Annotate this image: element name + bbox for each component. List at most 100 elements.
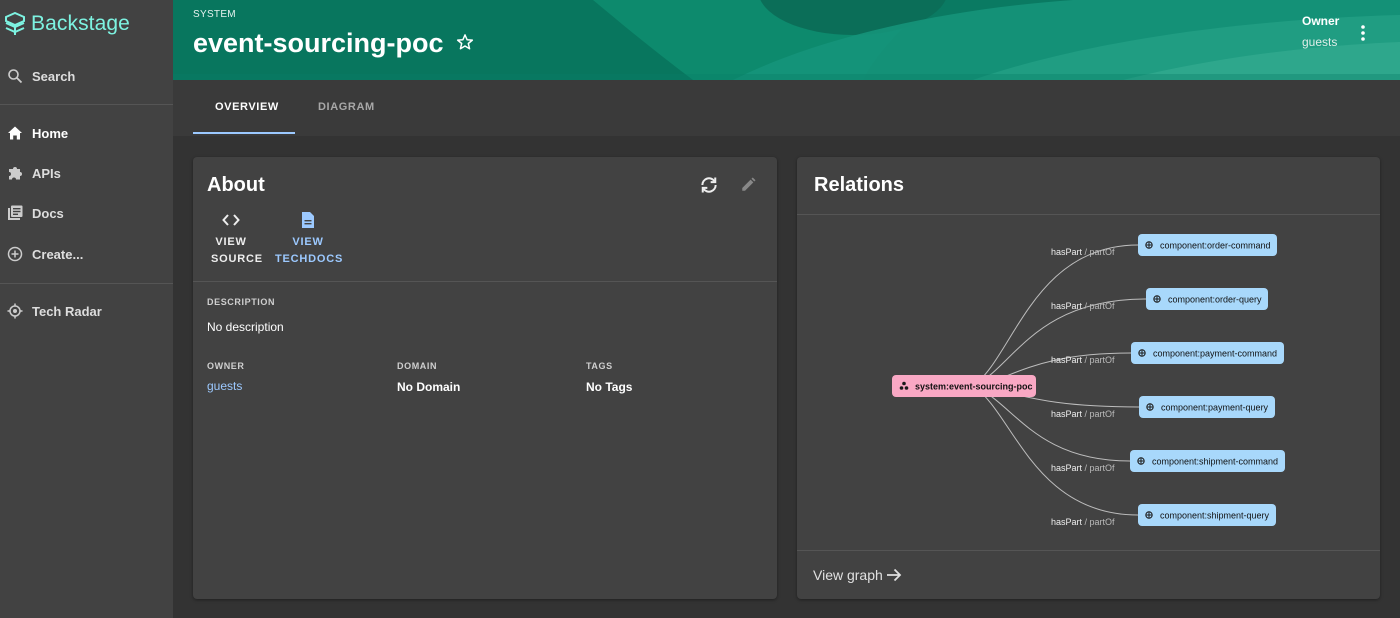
page-title: event-sourcing-poc bbox=[193, 28, 444, 58]
edge-label-reverse: / partOf bbox=[1082, 409, 1115, 419]
radar-icon bbox=[7, 303, 23, 319]
edge-label-main: hasPart bbox=[1051, 247, 1083, 257]
sidebar-item-label: APIs bbox=[32, 165, 61, 181]
sidebar-item-search[interactable]: Search bbox=[0, 58, 173, 94]
about-title: About bbox=[207, 174, 265, 196]
view-source-label-line2: SOURCE bbox=[211, 253, 263, 265]
edge-label-reverse: / partOf bbox=[1082, 301, 1115, 311]
edge-label: hasPart / partOf bbox=[1051, 463, 1115, 473]
sidebar-item-docs[interactable]: Docs bbox=[0, 195, 173, 231]
relation-edge bbox=[972, 385, 1139, 516]
edge-label-main: hasPart bbox=[1051, 301, 1083, 311]
edge-label-reverse: / partOf bbox=[1082, 463, 1115, 473]
view-techdocs-label-line1: VIEW bbox=[292, 236, 324, 248]
relation-node-root[interactable]: system:event-sourcing-poc bbox=[892, 375, 1036, 397]
refresh-icon[interactable] bbox=[699, 175, 719, 195]
view-source-button[interactable]: VIEW SOURCE bbox=[211, 213, 263, 268]
page-header: SYSTEM event-sourcing-poc Owner guests bbox=[173, 0, 1400, 80]
code-icon bbox=[222, 214, 240, 226]
component-icon bbox=[1153, 295, 1161, 303]
tab-overview[interactable]: OVERVIEW bbox=[215, 101, 279, 113]
domain-label: DOMAIN bbox=[397, 361, 438, 371]
root-node-label: system:event-sourcing-poc bbox=[915, 382, 1033, 392]
sidebar-divider bbox=[0, 104, 173, 105]
view-source-label-line1: VIEW bbox=[215, 236, 247, 248]
relations-card: Relations hasPart / partOf hasPart / part… bbox=[797, 157, 1380, 599]
node-label: component:shipment-command bbox=[1152, 457, 1278, 467]
edge-label: hasPart / partOf bbox=[1051, 355, 1115, 365]
relation-node-component[interactable]: component:payment-query bbox=[1139, 396, 1275, 418]
sidebar-item-home[interactable]: Home bbox=[0, 115, 173, 151]
tags-value: No Tags bbox=[586, 380, 633, 394]
sidebar: Backstage Search Home APIs Docs Create..… bbox=[0, 0, 173, 618]
active-tab-indicator bbox=[193, 132, 295, 134]
owner-field-label: OWNER bbox=[207, 361, 245, 371]
node-label: component:payment-command bbox=[1153, 349, 1277, 359]
star-icon[interactable] bbox=[456, 33, 474, 51]
tab-bar: OVERVIEW DIAGRAM bbox=[173, 80, 1400, 136]
edge-label-main: hasPart bbox=[1051, 355, 1083, 365]
node-label: component:shipment-query bbox=[1160, 511, 1270, 521]
edge-label-main: hasPart bbox=[1051, 463, 1083, 473]
relations-divider-bottom bbox=[797, 550, 1380, 551]
edge-label: hasPart / partOf bbox=[1051, 409, 1115, 419]
sidebar-item-label: Tech Radar bbox=[32, 303, 102, 319]
sidebar-item-create[interactable]: Create... bbox=[0, 236, 173, 272]
sidebar-item-apis[interactable]: APIs bbox=[0, 155, 173, 191]
sidebar-divider bbox=[0, 283, 173, 284]
owner-link[interactable]: guests bbox=[207, 379, 242, 393]
relation-edge bbox=[972, 385, 1131, 462]
more-vert-icon[interactable] bbox=[1360, 24, 1366, 42]
edit-icon[interactable] bbox=[740, 175, 758, 193]
component-icon bbox=[1138, 349, 1146, 357]
component-icon bbox=[1145, 241, 1153, 249]
search-icon bbox=[8, 69, 23, 84]
logo-text: Backstage bbox=[31, 12, 130, 35]
node-label: component:order-command bbox=[1160, 241, 1271, 251]
sidebar-item-label: Home bbox=[32, 125, 69, 141]
component-icon bbox=[1137, 457, 1145, 465]
tags-label: TAGS bbox=[586, 361, 613, 371]
relation-node-component[interactable]: component:order-query bbox=[1146, 288, 1268, 310]
puzzle-icon bbox=[9, 167, 22, 180]
relation-node-component[interactable]: component:order-command bbox=[1138, 234, 1277, 256]
description-value: No description bbox=[207, 320, 284, 334]
relations-title: Relations bbox=[814, 174, 905, 196]
view-graph-link[interactable]: View graph bbox=[813, 567, 902, 583]
component-icon bbox=[1146, 403, 1154, 411]
edge-label: hasPart / partOf bbox=[1051, 517, 1115, 527]
edge-label-reverse: / partOf bbox=[1082, 355, 1115, 365]
edge-label-main: hasPart bbox=[1051, 409, 1083, 419]
about-card: About VIEW SOURCE VIEW TECHDOCS DESCRIPT… bbox=[193, 157, 777, 599]
sidebar-item-label: Create... bbox=[32, 246, 84, 262]
sidebar-item-tech-radar[interactable]: Tech Radar bbox=[0, 293, 173, 329]
description-label: DESCRIPTION bbox=[207, 297, 276, 307]
edge-label: hasPart / partOf bbox=[1051, 247, 1115, 257]
view-techdocs-label-line2: TECHDOCS bbox=[275, 253, 344, 265]
edge-label-main: hasPart bbox=[1051, 517, 1083, 527]
component-icon bbox=[1145, 511, 1153, 519]
node-label: component:order-query bbox=[1168, 295, 1262, 305]
relation-node-component[interactable]: component:shipment-query bbox=[1138, 504, 1276, 526]
backstage-logo[interactable]: Backstage bbox=[5, 12, 130, 36]
edge-label: hasPart / partOf bbox=[1051, 301, 1115, 311]
view-techdocs-button[interactable]: VIEW TECHDOCS bbox=[275, 211, 344, 268]
owner-label: Owner bbox=[1302, 14, 1340, 28]
home-icon bbox=[8, 126, 22, 140]
library-books-icon bbox=[8, 205, 23, 220]
edge-label-reverse: / partOf bbox=[1082, 247, 1115, 257]
entity-kind-label: SYSTEM bbox=[193, 9, 236, 20]
backstage-logo-icon bbox=[5, 12, 25, 35]
edge-label-reverse: / partOf bbox=[1082, 517, 1115, 527]
tab-diagram[interactable]: DIAGRAM bbox=[318, 101, 375, 113]
relations-graph: hasPart / partOfhasPart / partOfhasPart … bbox=[892, 234, 1285, 527]
arrow-forward-icon bbox=[886, 568, 902, 582]
node-label: component:payment-query bbox=[1161, 403, 1269, 413]
description-icon bbox=[302, 212, 314, 228]
add-circle-icon bbox=[7, 246, 23, 262]
relation-node-component[interactable]: component:payment-command bbox=[1131, 342, 1284, 364]
relation-node-component[interactable]: component:shipment-command bbox=[1130, 450, 1285, 472]
owner-value[interactable]: guests bbox=[1302, 35, 1337, 49]
view-graph-label: View graph bbox=[813, 567, 883, 583]
sidebar-item-label: Docs bbox=[32, 205, 64, 221]
